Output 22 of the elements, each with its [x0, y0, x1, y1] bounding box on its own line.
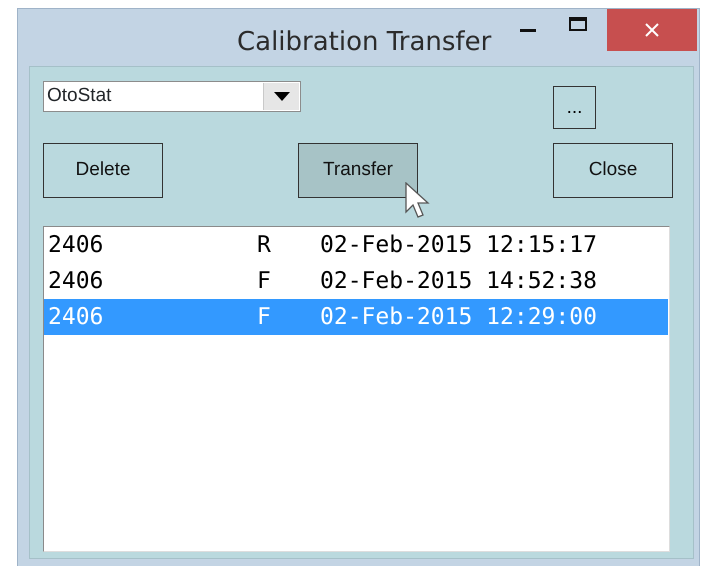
- device-dropdown[interactable]: OtoStat: [43, 81, 301, 112]
- dialog-button[interactable]: Delete: [43, 143, 163, 198]
- window-title: Calibration Transfer: [237, 26, 492, 59]
- record-timestamp: 02-Feb-2015 14:52:38: [320, 266, 597, 296]
- record-id: 2406: [48, 230, 104, 260]
- record-timestamp: 02-Feb-2015 12:29:00: [320, 302, 597, 332]
- list-row[interactable]: 2406 F 02-Feb-2015 14:52:38: [44, 263, 668, 299]
- dialog-button[interactable]: Transfer: [298, 143, 418, 198]
- record-timestamp: 02-Feb-2015 12:15:17: [320, 230, 597, 260]
- record-type: F: [257, 302, 272, 332]
- close-icon: [645, 23, 660, 37]
- record-id: 2406: [48, 266, 104, 296]
- record-type: R: [257, 230, 272, 260]
- minimize-icon: [520, 28, 536, 32]
- mouse-pointer-icon: [405, 182, 431, 220]
- record-type: F: [257, 266, 272, 296]
- list-row[interactable]: 2406 R 02-Feb-2015 12:15:17: [44, 227, 668, 263]
- record-id: 2406: [48, 302, 104, 332]
- dialog-button[interactable]: Close: [553, 143, 673, 198]
- browse-button[interactable]: ...: [553, 86, 596, 129]
- dropdown-arrow-icon: [274, 92, 290, 101]
- maximize-icon: [569, 17, 588, 31]
